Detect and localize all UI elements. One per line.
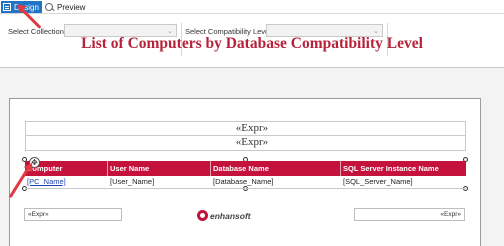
footer-expr-right[interactable]: «Expr» bbox=[354, 208, 465, 221]
report-title[interactable]: List of Computers by Database Compatibil… bbox=[0, 35, 504, 53]
preview-tab[interactable]: Preview bbox=[45, 1, 89, 13]
expr-textbox-1[interactable]: «Expr» bbox=[0, 122, 504, 134]
view-tab-bar: Design Preview bbox=[0, 0, 504, 14]
cell-pc-name[interactable]: [PC_Name] bbox=[25, 176, 66, 188]
table-header-row[interactable]: Computer User Name Database Name SQL Ser… bbox=[25, 161, 466, 176]
column-header-sql-instance[interactable]: SQL Server Instance Name bbox=[341, 161, 439, 176]
logo-text: enhansoft bbox=[210, 210, 251, 221]
header-gridline bbox=[25, 121, 26, 150]
column-header-database-name[interactable]: Database Name bbox=[211, 161, 269, 176]
cell-user-name[interactable]: [User_Name] bbox=[108, 176, 154, 188]
enhansoft-logo: enhansoft bbox=[197, 205, 252, 226]
preview-tab-label: Preview bbox=[57, 2, 86, 12]
expr-textbox-2[interactable]: «Expr» bbox=[0, 136, 504, 148]
cell-sql-server-name[interactable]: [SQL_Server_Name] bbox=[341, 176, 413, 188]
chevron-down-icon: ⌄ bbox=[373, 28, 379, 35]
header-gridline bbox=[25, 150, 466, 151]
footer-expr-left[interactable]: «Expr» bbox=[24, 208, 122, 221]
header-gridline bbox=[465, 121, 466, 150]
logo-mark-icon bbox=[197, 210, 208, 221]
design-icon bbox=[3, 3, 11, 11]
preview-magnifier-icon bbox=[45, 2, 54, 12]
cell-database-name[interactable]: [Database_Name] bbox=[211, 176, 273, 188]
column-header-user-name[interactable]: User Name bbox=[108, 161, 149, 176]
table-gridline bbox=[25, 188, 466, 189]
chevron-down-icon: ⌄ bbox=[167, 28, 173, 35]
